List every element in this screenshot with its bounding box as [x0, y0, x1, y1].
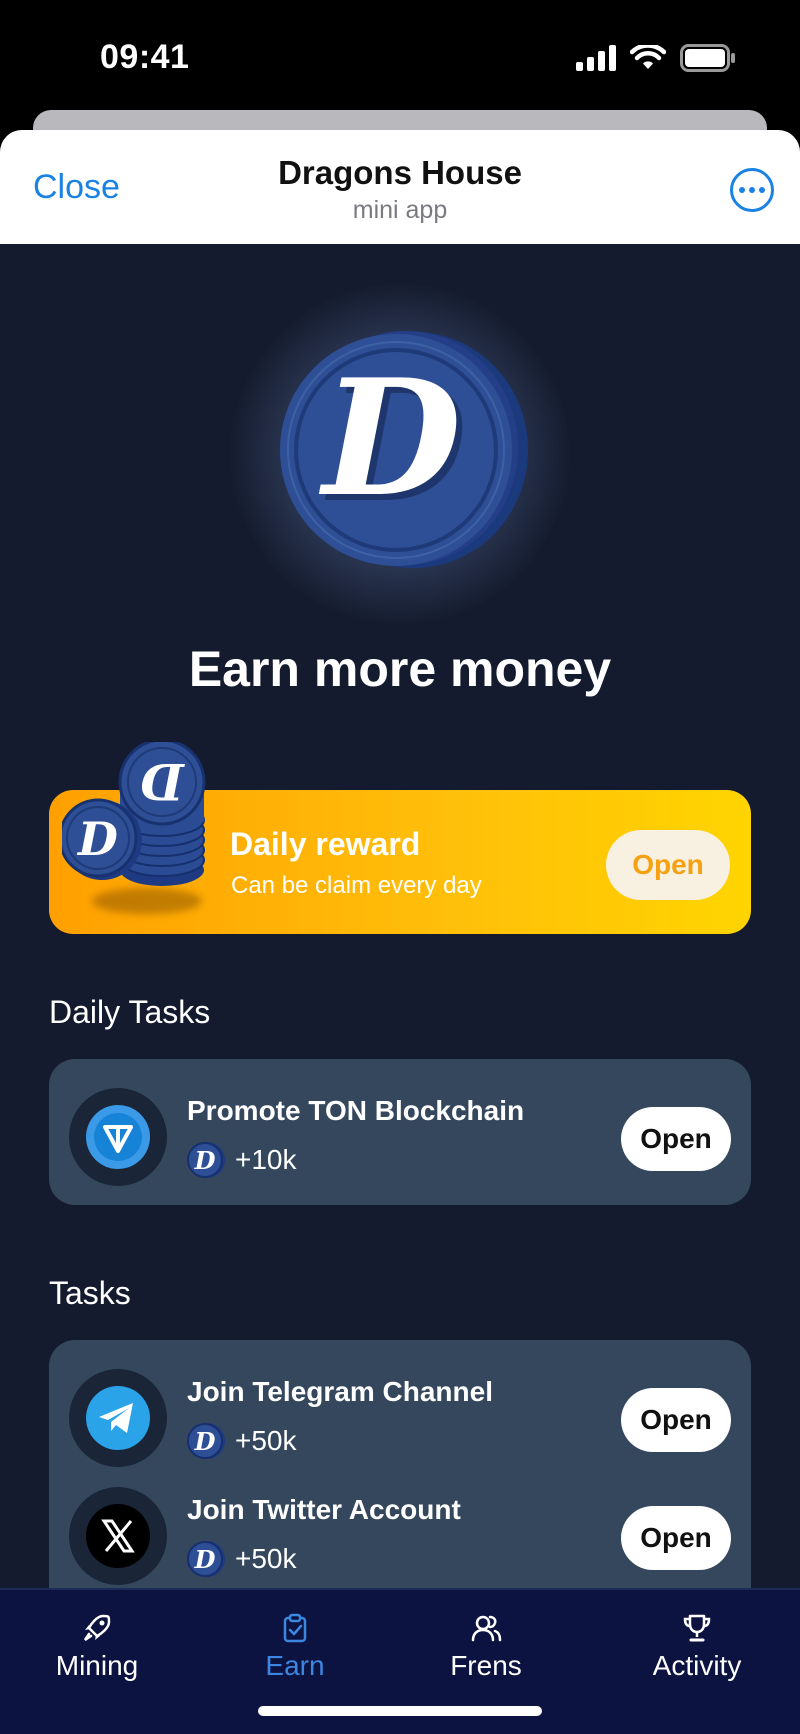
task-reward-amount: +10k — [235, 1144, 297, 1175]
mini-app-header: Close Dragons House mini app — [0, 130, 800, 244]
trophy-icon — [683, 1614, 711, 1642]
task-reward: D +10k — [187, 1141, 297, 1179]
svg-text:D: D — [140, 752, 185, 811]
task-icon-container — [69, 1088, 167, 1186]
task-icon-container — [69, 1369, 167, 1467]
task-reward-amount: +50k — [235, 1543, 297, 1574]
task-reward: D +50k — [187, 1540, 297, 1578]
daily-reward-open-button[interactable]: Open — [606, 830, 730, 900]
nav-item-frens[interactable]: Frens — [401, 1612, 571, 1682]
clipboard-check-icon — [283, 1613, 307, 1643]
task-reward: D +50k — [187, 1422, 297, 1460]
status-time: 09:41 — [100, 38, 190, 76]
coin-stack-icon: D D — [62, 742, 206, 886]
svg-text:D: D — [194, 1427, 216, 1456]
tasks-heading: Tasks — [49, 1275, 131, 1311]
dragon-coin-icon: D D — [280, 331, 528, 568]
tasks-card: Join Telegram Channel D +50k Open Join T… — [49, 1340, 751, 1590]
task-icon-container — [69, 1487, 167, 1585]
task-title: Join Twitter Account — [187, 1494, 461, 1525]
earn-screen: D D Earn more money D D Daily reward Can… — [0, 244, 800, 1590]
nav-item-mining[interactable]: Mining — [12, 1612, 182, 1682]
app-subtitle: mini app — [352, 196, 448, 224]
status-icons — [576, 44, 736, 72]
dragon-coin-icon: D — [187, 1541, 225, 1577]
task-open-button[interactable]: Open — [621, 1506, 731, 1570]
nav-label: Activity — [652, 1650, 742, 1681]
task-title: Promote TON Blockchain — [187, 1095, 525, 1126]
status-bar: 09:41 — [0, 0, 800, 110]
daily-reward-title: Daily reward — [230, 826, 421, 862]
svg-text:D: D — [194, 1146, 216, 1175]
nav-label: Mining — [55, 1650, 139, 1681]
svg-text:D: D — [76, 812, 118, 866]
task-open-button[interactable]: Open — [621, 1388, 731, 1452]
svg-text:D: D — [319, 344, 462, 532]
nav-item-earn[interactable]: Earn — [210, 1612, 380, 1682]
svg-text:D: D — [194, 1545, 216, 1574]
ellipsis-circle-icon[interactable] — [730, 168, 774, 212]
daily-tasks-heading: Daily Tasks — [49, 994, 211, 1030]
task-reward-amount: +50k — [235, 1425, 297, 1456]
dragon-coin-icon: D — [187, 1423, 225, 1459]
daily-reward-subtitle: Can be claim every day — [231, 872, 482, 899]
rocket-icon — [83, 1614, 111, 1642]
task-open-button[interactable]: Open — [621, 1107, 731, 1171]
home-indicator — [258, 1706, 542, 1716]
nav-label: Frens — [450, 1650, 522, 1681]
nav-label: Earn — [265, 1650, 325, 1681]
battery-icon — [680, 44, 735, 72]
telegram-icon — [86, 1386, 150, 1450]
nav-item-activity[interactable]: Activity — [612, 1612, 782, 1682]
x-twitter-icon — [86, 1504, 150, 1568]
ton-icon — [86, 1105, 150, 1169]
cellular-signal-icon — [576, 45, 616, 71]
task-row: Promote TON Blockchain D +10k Open — [49, 1077, 751, 1187]
app-title: Dragons House — [278, 154, 522, 191]
daily-tasks-card: Promote TON Blockchain D +10k Open — [49, 1059, 751, 1205]
task-row: Join Telegram Channel D +50k Open — [49, 1358, 751, 1468]
wifi-icon — [630, 45, 666, 69]
headline: Earn more money — [188, 641, 612, 697]
dragon-coin-icon: D — [187, 1142, 225, 1178]
users-icon — [471, 1615, 502, 1642]
task-title: Join Telegram Channel — [187, 1376, 493, 1407]
task-row: Join Twitter Account D +50k Open — [49, 1476, 751, 1586]
